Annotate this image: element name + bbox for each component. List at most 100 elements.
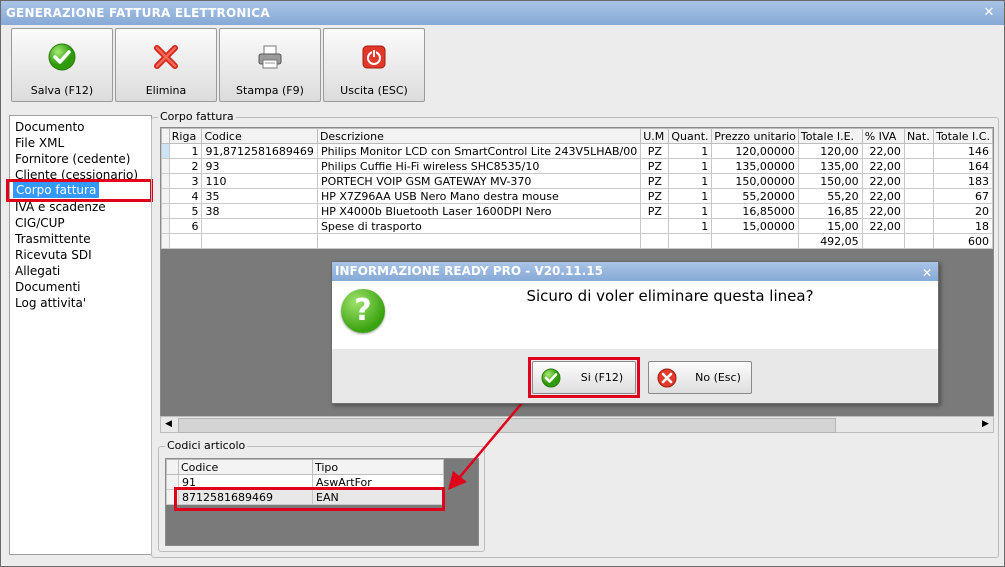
nav-item-fornitore[interactable]: Fornitore (cedente) — [15, 151, 130, 167]
col-prezzo-unitario[interactable]: Prezzo unitario — [711, 128, 799, 144]
nav-item-log-attivita[interactable]: Log attivita' — [15, 295, 86, 311]
cell-prezzo[interactable]: 15,00000 — [711, 218, 799, 234]
cell-prezzo[interactable]: 16,85000 — [711, 203, 799, 219]
cell-prezzo[interactable]: 120,00000 — [711, 143, 799, 159]
cell-codice[interactable]: 91,8712581689469 — [201, 143, 318, 159]
cell-natura[interactable] — [903, 203, 935, 219]
table-row[interactable]: 2 93 Philips Cuffie Hi-Fi wireless SHC85… — [161, 158, 993, 174]
col-quant[interactable]: Quant. — [668, 128, 713, 144]
cell-natura[interactable] — [903, 143, 935, 159]
table-row[interactable]: 1 91,8712581689469 Philips Monitor LCD c… — [161, 143, 993, 159]
cell-riga[interactable]: 4 — [168, 188, 203, 204]
nav-item-documento[interactable]: Documento — [15, 119, 85, 135]
cell-totale-ic[interactable]: 20 — [933, 203, 993, 219]
cell-descrizione[interactable]: HP X7Z96AA USB Nero Mano destra mouse — [316, 188, 642, 204]
horizontal-scrollbar[interactable]: ◀ ▶ — [160, 416, 994, 433]
cell-totale-ie[interactable]: 135,00 — [797, 158, 863, 174]
col-um[interactable]: U.M — [640, 128, 670, 144]
cell-codice[interactable]: 110 — [201, 173, 318, 189]
cell-totale-ic[interactable]: 18 — [933, 218, 993, 234]
cell-um[interactable]: PZ — [640, 188, 670, 204]
cell-codice[interactable]: 93 — [201, 158, 318, 174]
scroll-right-icon[interactable]: ▶ — [978, 417, 993, 432]
cell-descrizione[interactable]: Philips Cuffie Hi-Fi wireless SHC8535/10 — [316, 158, 642, 174]
save-label: Salva (F12) — [30, 84, 94, 97]
cell-totale-ic[interactable]: 183 — [933, 173, 993, 189]
cell-prezzo[interactable]: 135,00000 — [711, 158, 799, 174]
cell-natura[interactable] — [903, 173, 935, 189]
cell-quant[interactable]: 1 — [668, 203, 713, 219]
cell-riga[interactable]: 3 — [168, 173, 203, 189]
cell-natura[interactable] — [903, 188, 935, 204]
scroll-left-icon[interactable]: ◀ — [161, 417, 176, 432]
cell-quant[interactable]: 1 — [668, 158, 713, 174]
nav-item-ricevuta-sdi[interactable]: Ricevuta SDI — [15, 247, 92, 263]
table-row[interactable]: 4 35 HP X7Z96AA USB Nero Mano destra mou… — [161, 188, 993, 204]
cell-prezzo[interactable]: 150,00000 — [711, 173, 799, 189]
cell-natura[interactable] — [903, 158, 935, 174]
cell-totale-ie[interactable]: 15,00 — [797, 218, 863, 234]
cell-codice[interactable]: 38 — [201, 203, 318, 219]
cell-iva[interactable]: 22,00 — [861, 143, 905, 159]
cell-iva[interactable]: 22,00 — [861, 218, 905, 234]
cell-riga[interactable]: 2 — [168, 158, 203, 174]
cell-descrizione[interactable]: HP X4000b Bluetooth Laser 1600DPI Nero — [316, 203, 642, 219]
cell-natura[interactable] — [903, 218, 935, 234]
col-totale-ie[interactable]: Totale I.E. — [797, 128, 863, 144]
cell-totale-ic[interactable]: 146 — [933, 143, 993, 159]
cell-quant[interactable]: 1 — [668, 173, 713, 189]
nav-item-cig-cup[interactable]: CIG/CUP — [15, 215, 65, 231]
print-button[interactable]: Stampa (F9) — [219, 28, 321, 102]
col-natura[interactable]: Nat. — [903, 128, 935, 144]
col-codice[interactable]: Codice — [178, 459, 313, 475]
cell-riga[interactable]: 6 — [168, 218, 203, 234]
col-tipo[interactable]: Tipo — [312, 459, 444, 475]
cell-totale-ie[interactable]: 55,20 — [797, 188, 863, 204]
cell-descrizione[interactable]: PORTECH VOIP GSM GATEWAY MV-370 — [316, 173, 642, 189]
close-icon[interactable]: ✕ — [982, 6, 996, 20]
cell-prezzo[interactable]: 55,20000 — [711, 188, 799, 204]
cell-iva[interactable]: 22,00 — [861, 173, 905, 189]
cell-descrizione[interactable]: Philips Monitor LCD con SmartControl Lit… — [316, 143, 642, 159]
delete-button[interactable]: Elimina — [115, 28, 217, 102]
col-descrizione[interactable]: Descrizione — [316, 128, 642, 144]
cell-quant[interactable]: 1 — [668, 188, 713, 204]
annotation-highlight-ean-row — [174, 487, 445, 511]
col-riga[interactable]: Riga — [168, 128, 203, 144]
row-indicator-header — [161, 128, 170, 144]
cell-codice[interactable] — [201, 218, 318, 234]
no-button[interactable]: No (Esc) — [648, 361, 752, 394]
exit-button[interactable]: Uscita (ESC) — [323, 28, 425, 102]
nav-item-file-xml[interactable]: File XML — [15, 135, 64, 151]
cell-riga[interactable]: 1 — [168, 143, 203, 159]
cell-iva[interactable]: 22,00 — [861, 158, 905, 174]
table-row[interactable]: 3 110 PORTECH VOIP GSM GATEWAY MV-370 PZ… — [161, 173, 993, 189]
table-row[interactable]: 5 38 HP X4000b Bluetooth Laser 1600DPI N… — [161, 203, 993, 219]
nav-item-trasmittente[interactable]: Trasmittente — [15, 231, 91, 247]
scroll-thumb[interactable] — [178, 418, 836, 433]
cell-um[interactable] — [640, 218, 670, 234]
cell-um[interactable]: PZ — [640, 143, 670, 159]
cell-um[interactable]: PZ — [640, 203, 670, 219]
cell-um[interactable]: PZ — [640, 158, 670, 174]
table-row[interactable]: 6 Spese di trasporto 1 15,00000 15,00 22… — [161, 218, 993, 234]
cell-totale-ie[interactable]: 16,85 — [797, 203, 863, 219]
cell-totale-ie[interactable]: 120,00 — [797, 143, 863, 159]
cell-quant[interactable]: 1 — [668, 218, 713, 234]
col-totale-ic[interactable]: Totale I.C. — [933, 128, 993, 144]
save-button[interactable]: Salva (F12) — [11, 28, 113, 102]
cell-totale-ic[interactable]: 164 — [933, 158, 993, 174]
cell-codice[interactable]: 35 — [201, 188, 318, 204]
cell-iva[interactable]: 22,00 — [861, 188, 905, 204]
nav-item-documenti[interactable]: Documenti — [15, 279, 81, 295]
cell-um[interactable]: PZ — [640, 173, 670, 189]
cell-quant[interactable]: 1 — [668, 143, 713, 159]
col-codice[interactable]: Codice — [201, 128, 318, 144]
col-iva[interactable]: % IVA — [861, 128, 905, 144]
cell-totale-ic[interactable]: 67 — [933, 188, 993, 204]
cell-iva[interactable]: 22,00 — [861, 203, 905, 219]
cell-riga[interactable]: 5 — [168, 203, 203, 219]
cell-descrizione[interactable]: Spese di trasporto — [316, 218, 642, 234]
cell-totale-ie[interactable]: 150,00 — [797, 173, 863, 189]
nav-item-allegati[interactable]: Allegati — [15, 263, 60, 279]
